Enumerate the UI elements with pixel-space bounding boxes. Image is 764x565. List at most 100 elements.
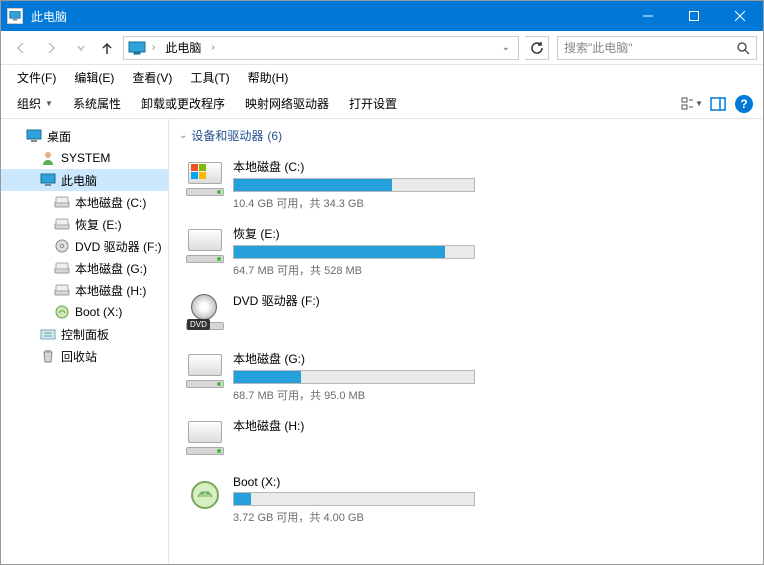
tree-item[interactable]: 回收站 bbox=[1, 345, 168, 367]
app-icon bbox=[7, 8, 23, 24]
search-placeholder: 搜索"此电脑" bbox=[564, 39, 736, 56]
drive-item[interactable]: Boot (X:)3.72 GB 可用，共 4.00 GB bbox=[179, 471, 479, 529]
drive-icon bbox=[183, 225, 227, 269]
toolbar: 组织▼ 系统属性 卸载或更改程序 映射网络驱动器 打开设置 ▼ ? bbox=[1, 89, 763, 119]
navbar: › 此电脑 › ⌄ 搜索"此电脑" bbox=[1, 31, 763, 65]
section-header[interactable]: ⌄ 设备和驱动器 (6) bbox=[179, 127, 753, 144]
tree-item[interactable]: Boot (X:) bbox=[1, 301, 168, 323]
tree-item[interactable]: SYSTEM bbox=[1, 147, 168, 169]
drive-free-text: 3.72 GB 可用，共 4.00 GB bbox=[233, 509, 475, 525]
organize-button[interactable]: 组织▼ bbox=[9, 91, 61, 116]
search-icon bbox=[736, 41, 750, 55]
drive-name: 本地磁盘 (G:) bbox=[233, 350, 475, 367]
desktop-icon bbox=[25, 128, 43, 144]
menu-file[interactable]: 文件(F) bbox=[9, 67, 64, 88]
dvd-icon bbox=[53, 238, 71, 254]
address-dropdown-icon[interactable]: ⌄ bbox=[498, 42, 514, 53]
drive-free-text: 64.7 MB 可用，共 528 MB bbox=[233, 262, 475, 278]
forward-button[interactable] bbox=[37, 34, 65, 62]
drive-icon bbox=[183, 350, 227, 394]
tree-item-label: 恢复 (E:) bbox=[75, 216, 122, 233]
tree-item-label: Boot (X:) bbox=[75, 305, 122, 319]
window-title: 此电脑 bbox=[31, 8, 625, 25]
tree-item[interactable]: 本地磁盘 (C:) bbox=[1, 191, 168, 213]
drive-icon: DVD bbox=[183, 292, 227, 336]
drive-item[interactable]: 本地磁盘 (C:) 10.4 GB 可用，共 34.3 GB bbox=[179, 154, 479, 215]
uninstall-button[interactable]: 卸载或更改程序 bbox=[133, 91, 233, 116]
drive-name: 本地磁盘 (H:) bbox=[233, 417, 475, 434]
recent-dropdown[interactable] bbox=[67, 34, 95, 62]
tree-item[interactable]: DVD 驱动器 (F:) bbox=[1, 235, 168, 257]
capacity-bar bbox=[233, 370, 475, 384]
pc-icon bbox=[128, 41, 146, 55]
nav-tree: 桌面 SYSTEM 此电脑本地磁盘 (C:) 恢复 (E:) DVD 驱动器 (F:) 本… bbox=[1, 119, 169, 564]
tree-item-label: 桌面 bbox=[47, 128, 71, 145]
content-pane: ⌄ 设备和驱动器 (6) 本地磁盘 (C:) 10.4 GB 可用，共 34.3 … bbox=[169, 119, 763, 564]
body: 桌面SYSTEM此电脑本地磁盘 (C:)恢复 (E:)DVD 驱动器 (F:)本… bbox=[1, 119, 763, 564]
address-bar[interactable]: › 此电脑 › ⌄ bbox=[123, 36, 519, 60]
hdd-icon bbox=[53, 282, 71, 298]
capacity-bar bbox=[233, 178, 475, 192]
breadcrumb-root[interactable]: 此电脑 bbox=[161, 37, 205, 58]
tree-item-label: SYSTEM bbox=[61, 151, 110, 165]
tree-item-label: DVD 驱动器 (F:) bbox=[75, 238, 162, 255]
hdd-icon bbox=[53, 194, 71, 210]
drive-name: 本地磁盘 (C:) bbox=[233, 158, 475, 175]
help-button[interactable]: ? bbox=[733, 93, 755, 115]
hdd-icon bbox=[53, 260, 71, 276]
mapdrive-button[interactable]: 映射网络驱动器 bbox=[237, 91, 337, 116]
drive-icon bbox=[183, 158, 227, 202]
boot-icon bbox=[53, 304, 71, 320]
menu-tools[interactable]: 工具(T) bbox=[182, 67, 237, 88]
bin-icon bbox=[39, 348, 57, 364]
drive-item[interactable]: 本地磁盘 (H:) bbox=[179, 413, 479, 465]
chevron-right-icon: › bbox=[152, 42, 155, 53]
titlebar: 此电脑 bbox=[1, 1, 763, 31]
tree-item-label: 控制面板 bbox=[61, 326, 109, 343]
hdd-icon bbox=[53, 216, 71, 232]
pc-icon bbox=[39, 172, 57, 188]
drive-icon bbox=[183, 475, 227, 519]
drive-item[interactable]: DVD DVD 驱动器 (F:) bbox=[179, 288, 479, 340]
search-box[interactable]: 搜索"此电脑" bbox=[557, 36, 757, 60]
drive-icon bbox=[183, 417, 227, 461]
view-options-button[interactable]: ▼ bbox=[681, 93, 703, 115]
drive-item[interactable]: 恢复 (E:) 64.7 MB 可用，共 528 MB bbox=[179, 221, 479, 282]
tree-item[interactable]: 恢复 (E:) bbox=[1, 213, 168, 235]
tree-item-label: 本地磁盘 (H:) bbox=[75, 282, 146, 299]
menu-view[interactable]: 查看(V) bbox=[124, 67, 180, 88]
back-button[interactable] bbox=[7, 34, 35, 62]
drive-free-text: 68.7 MB 可用，共 95.0 MB bbox=[233, 387, 475, 403]
drive-name: 恢复 (E:) bbox=[233, 225, 475, 242]
drive-item[interactable]: 本地磁盘 (G:) 68.7 MB 可用，共 95.0 MB bbox=[179, 346, 479, 407]
maximize-button[interactable] bbox=[671, 1, 717, 31]
section-count: (6) bbox=[267, 129, 282, 143]
chevron-down-icon: ⌄ bbox=[179, 130, 187, 141]
chevron-right-icon: › bbox=[211, 42, 214, 53]
tree-item-label: 本地磁盘 (G:) bbox=[75, 260, 147, 277]
menu-edit[interactable]: 编辑(E) bbox=[66, 67, 122, 88]
section-title: 设备和驱动器 bbox=[191, 127, 263, 144]
tree-item-label: 本地磁盘 (C:) bbox=[75, 194, 146, 211]
drive-name: DVD 驱动器 (F:) bbox=[233, 292, 475, 309]
window-controls bbox=[625, 1, 763, 31]
tree-item-label: 回收站 bbox=[61, 348, 97, 365]
close-button[interactable] bbox=[717, 1, 763, 31]
drive-free-text: 10.4 GB 可用，共 34.3 GB bbox=[233, 195, 475, 211]
tree-item[interactable]: 本地磁盘 (H:) bbox=[1, 279, 168, 301]
sysprops-button[interactable]: 系统属性 bbox=[65, 91, 129, 116]
tree-item[interactable]: 此电脑 bbox=[1, 169, 168, 191]
menu-help[interactable]: 帮助(H) bbox=[240, 67, 297, 88]
opensettings-button[interactable]: 打开设置 bbox=[341, 91, 405, 116]
minimize-button[interactable] bbox=[625, 1, 671, 31]
preview-pane-button[interactable] bbox=[707, 93, 729, 115]
user-icon bbox=[39, 150, 57, 166]
menubar: 文件(F) 编辑(E) 查看(V) 工具(T) 帮助(H) bbox=[1, 65, 763, 89]
tree-item[interactable]: 桌面 bbox=[1, 125, 168, 147]
tree-item-label: 此电脑 bbox=[61, 172, 97, 189]
tree-item[interactable]: 本地磁盘 (G:) bbox=[1, 257, 168, 279]
up-button[interactable] bbox=[97, 34, 117, 62]
tree-item[interactable]: 控制面板 bbox=[1, 323, 168, 345]
refresh-button[interactable] bbox=[525, 36, 549, 60]
capacity-bar bbox=[233, 245, 475, 259]
